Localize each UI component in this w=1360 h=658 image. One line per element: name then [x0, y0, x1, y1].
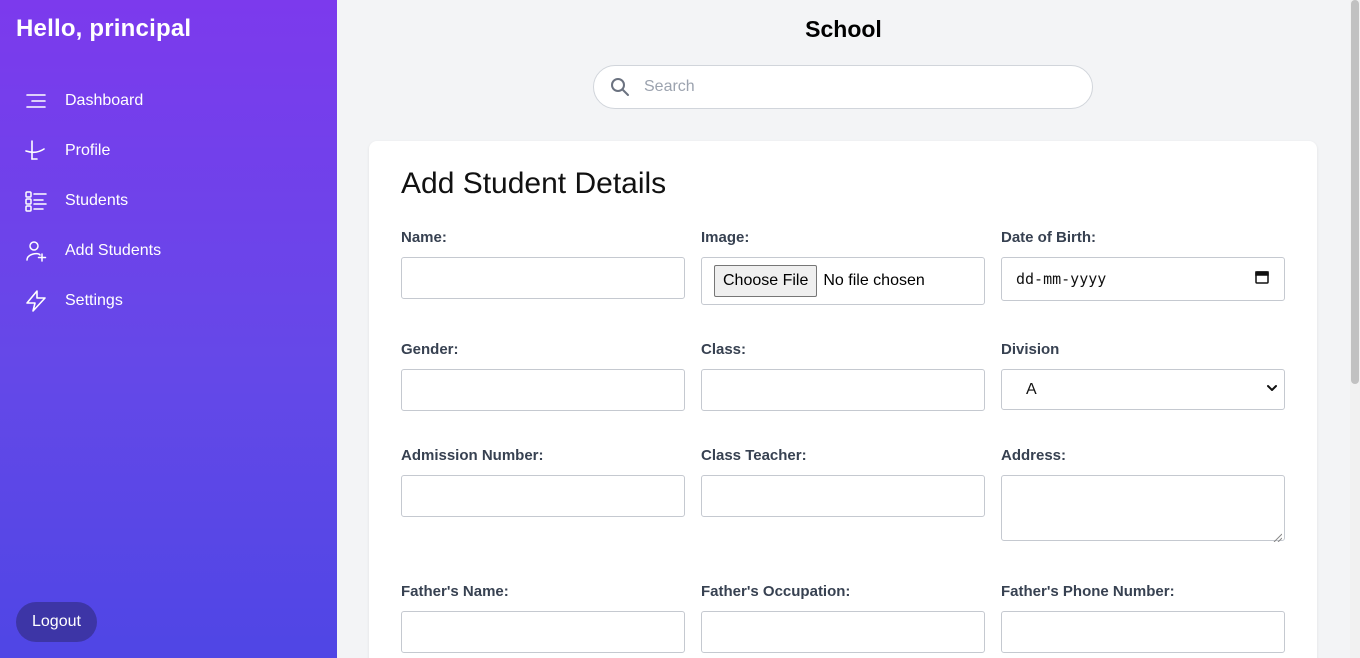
address-field[interactable]: [1001, 475, 1285, 543]
sidebar-item-profile[interactable]: Profile: [0, 126, 337, 176]
father-name-field[interactable]: [401, 611, 685, 653]
class-teacher-field[interactable]: [701, 475, 985, 517]
admission-number-label: Admission Number:: [401, 447, 544, 464]
sidebar-item-label: Profile: [65, 142, 111, 159]
choose-file-button[interactable]: Choose File: [714, 265, 818, 297]
father-occupation-label: Father's Occupation:: [701, 583, 851, 600]
file-status: No file chosen: [823, 272, 925, 289]
chevron-down-icon: [1266, 381, 1278, 398]
form-title: Add Student Details: [401, 167, 667, 200]
sidebar-item-label: Dashboard: [65, 92, 144, 109]
sidebar-item-label: Students: [65, 192, 129, 209]
sidebar-item-students[interactable]: Students: [0, 176, 337, 226]
profile-icon: [24, 139, 48, 163]
address-label: Address:: [1001, 447, 1067, 464]
search-bar[interactable]: [593, 65, 1093, 109]
sidebar-item-label: Add Students: [65, 242, 162, 259]
division-label: Division: [1001, 341, 1060, 358]
father-occupation-field[interactable]: [701, 611, 985, 653]
list-icon: [24, 189, 48, 213]
father-phone-field[interactable]: [1001, 611, 1285, 653]
menu-lines-icon: [24, 89, 48, 113]
sidebar-nav: Dashboard Profile Students Add Students …: [0, 76, 337, 326]
dob-field[interactable]: dd-mm-yyyy: [1001, 257, 1285, 301]
greeting-heading: Hello, principal: [16, 15, 192, 42]
logout-button[interactable]: Logout: [16, 602, 97, 642]
name-field[interactable]: [401, 257, 685, 299]
sidebar: Hello, principal Dashboard Profile Stude…: [0, 0, 337, 658]
page-title: School: [805, 16, 882, 42]
user-plus-icon: [24, 239, 48, 263]
sidebar-item-add-students[interactable]: Add Students: [0, 226, 337, 276]
division-selected-value: A: [1026, 380, 1037, 398]
main-content: School Add Student Details Name: Image: …: [337, 0, 1350, 658]
resize-handle-icon[interactable]: [1273, 529, 1283, 543]
division-select[interactable]: A: [1001, 369, 1285, 410]
sidebar-item-dashboard[interactable]: Dashboard: [0, 76, 337, 126]
class-label: Class:: [701, 341, 747, 358]
page-scrollbar[interactable]: [1350, 0, 1360, 658]
class-field[interactable]: [701, 369, 985, 411]
add-student-form: Add Student Details Name: Image: Choose …: [369, 141, 1317, 658]
search-icon: [610, 77, 630, 97]
image-label: Image:: [701, 229, 750, 246]
father-name-label: Father's Name:: [401, 583, 509, 600]
admission-number-field[interactable]: [401, 475, 685, 517]
scrollbar-thumb[interactable]: [1351, 0, 1359, 384]
image-file-input: Choose File No file chosen: [701, 257, 985, 305]
sidebar-item-settings[interactable]: Settings: [0, 276, 337, 326]
dob-label: Date of Birth:: [1001, 229, 1096, 246]
bolt-icon: [24, 289, 48, 313]
class-teacher-label: Class Teacher:: [701, 447, 807, 464]
name-label: Name:: [401, 229, 447, 246]
gender-label: Gender:: [401, 341, 459, 358]
gender-field[interactable]: [401, 369, 685, 411]
father-phone-label: Father's Phone Number:: [1001, 583, 1175, 600]
sidebar-item-label: Settings: [65, 292, 123, 309]
calendar-icon[interactable]: [1254, 269, 1270, 289]
dob-placeholder: dd-mm-yyyy: [1016, 270, 1107, 288]
search-input[interactable]: [644, 72, 1074, 102]
